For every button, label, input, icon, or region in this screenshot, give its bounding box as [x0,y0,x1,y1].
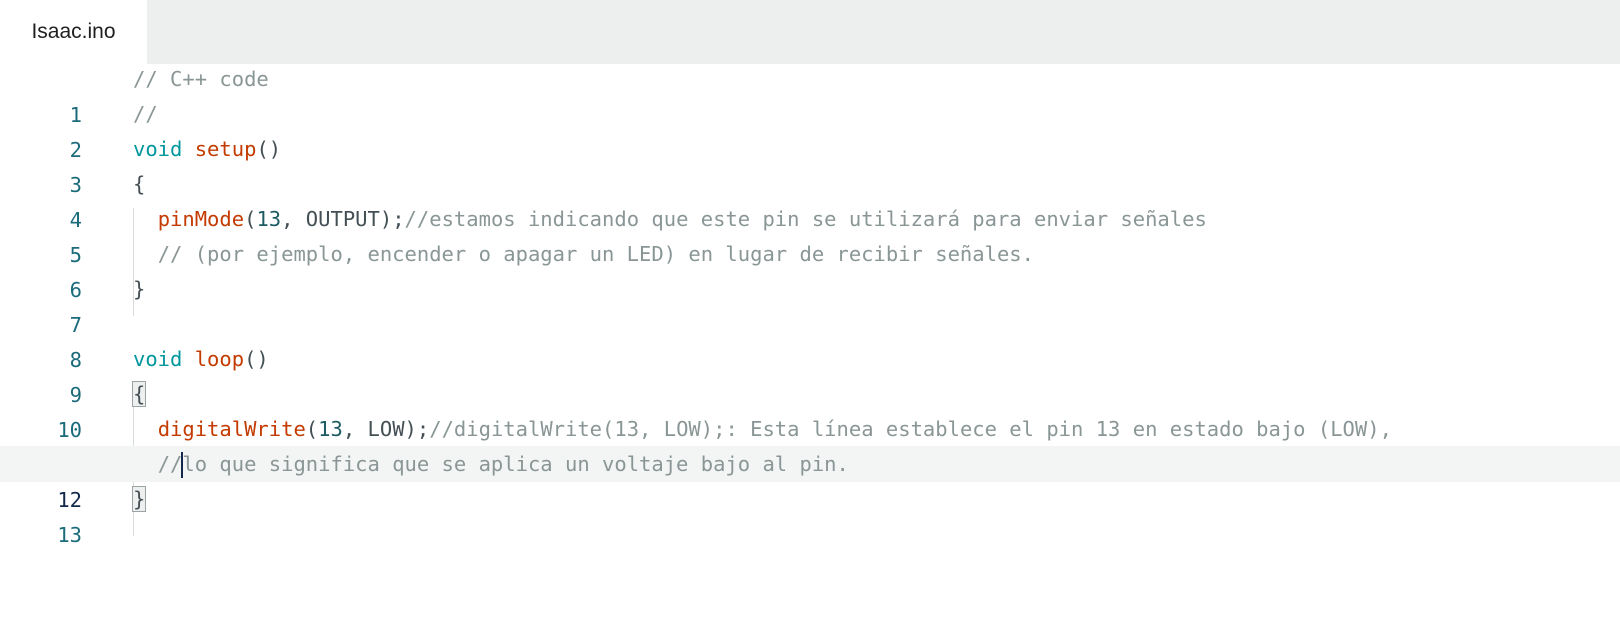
comment: //digitalWrite(13, LOW);: Esta línea est… [429,417,1392,441]
function-name: loop [194,347,245,371]
function-name: pinMode [157,207,245,231]
code-line: 9 void loop() [0,341,1620,407]
keyword: void [133,137,183,161]
comment: lo que significa que se aplica un voltaj… [182,452,849,476]
tab-bar: Isaac.ino [0,0,1620,64]
code-line-active: 12 //lo que significa que se aplica un v… [0,446,1620,512]
comment: // [133,102,158,126]
code-line: 7 } [0,271,1620,337]
tab-label: Isaac.ino [31,20,116,43]
code-line: 6 // (por ejemplo, encender o apagar un … [0,236,1620,302]
comment: // C++ code [133,67,269,91]
code-editor[interactable]: 1 // C++ code 2 // 3 void setup() 4 { 5 … [0,61,1620,547]
code-line: 4 { [0,166,1620,232]
comment: // (por ejemplo, encender o apagar un LE… [157,242,1034,266]
code-line: 13 } [0,481,1620,547]
keyword: void [133,347,183,371]
number-literal: 13 [318,417,343,441]
code-line: 1 // C++ code [0,61,1620,127]
code-line: 8 [0,306,1620,372]
comment: // [157,452,183,476]
number-literal: 13 [256,207,282,231]
code-line: 5 pinMode(13, OUTPUT);//estamos indicand… [0,201,1620,267]
code-line: 2 // [0,96,1620,162]
comment: //estamos indicando que este pin se util… [404,207,1207,231]
matched-brace: } [131,486,147,512]
matched-brace: { [131,381,147,407]
tab-isaac-ino[interactable]: Isaac.ino [0,0,147,64]
code-line: 10 { [0,376,1620,442]
brace: } [133,277,146,301]
function-name: digitalWrite [157,417,306,441]
line-number: 13 [57,523,82,547]
code-line: 3 void setup() [0,131,1620,197]
function-name: setup [194,137,257,161]
brace: { [133,172,146,196]
code-line: 11 digitalWrite(13, LOW);//digitalWrite(… [0,411,1620,477]
